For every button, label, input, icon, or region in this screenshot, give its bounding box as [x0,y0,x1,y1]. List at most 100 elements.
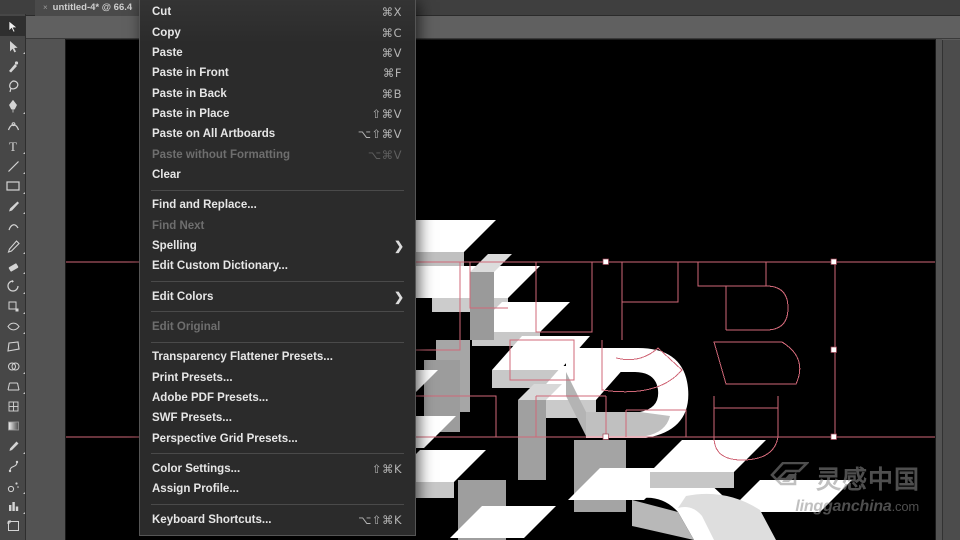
menu-separator [151,453,404,455]
menu-item-find-next: Find Next [140,215,415,235]
menu-item-shortcut: ⌘C [381,25,402,40]
paintbrush-tool[interactable] [0,196,26,216]
type-tool[interactable]: T [0,136,26,156]
mesh-tool[interactable] [0,396,26,416]
menu-item-assign-profile[interactable]: Assign Profile... [140,479,415,499]
menu-item-paste[interactable]: Paste ⌘V [140,43,415,63]
line-segment-tool[interactable] [0,156,26,176]
menu-item-shortcut: ⌘X [381,5,402,20]
lasso-tool[interactable] [0,76,26,96]
shape-builder-tool[interactable] [0,356,26,376]
menu-item-label: Paste in Place [152,107,230,120]
free-transform-tool[interactable] [0,336,26,356]
tool-flyout-indicator [22,252,25,254]
symbol-sprayer-tool[interactable] [0,476,26,496]
menu-item-edit-original: Edit Original [140,317,415,337]
artboard-tool[interactable] [0,516,26,536]
svg-text:T: T [9,140,17,153]
menu-item-paste-without-formatting: Paste without Formatting ⌥⌘V [140,144,415,164]
tool-flyout-indicator [22,172,25,174]
menu-item-paste-in-front[interactable]: Paste in Front ⌘F [140,63,415,83]
pencil-tool[interactable] [0,236,26,256]
right-panel-dock[interactable] [942,14,960,540]
tools-panel[interactable]: T [0,14,26,540]
menu-item-label: Spelling [152,239,197,252]
pen-tool[interactable] [0,96,26,116]
menu-item-shortcut: ⌥⌘V [367,147,402,162]
menu-item-cut[interactable]: Cut ⌘X [140,2,415,22]
menu-item-label: Find Next [152,219,205,232]
menu-separator [151,504,404,506]
shaper-tool[interactable] [0,216,26,236]
menu-item-label: Keyboard Shortcuts... [152,513,272,526]
menu-item-label: Edit Original [152,320,221,333]
selection-tool[interactable] [0,16,26,36]
tool-flyout-indicator [22,112,25,114]
tool-flyout-indicator [22,312,25,314]
slice-tool[interactable] [0,536,26,540]
menu-item-paste-on-all-artboards[interactable]: Paste on All Artboards ⌥⇧⌘V [140,124,415,144]
menu-item-label: Perspective Grid Presets... [152,432,298,445]
rectangle-tool[interactable] [0,176,26,196]
menu-item-shortcut: ⌥⇧⌘K [358,512,402,527]
menu-item-label: Assign Profile... [152,483,239,496]
blend-tool[interactable] [0,456,26,476]
menu-item-color-settings[interactable]: Color Settings... ⇧⌘K [140,459,415,479]
tool-flyout-indicator [22,492,25,494]
menu-item-adobe-pdf-presets[interactable]: Adobe PDF Presets... [140,388,415,408]
tool-flyout-indicator [22,292,25,294]
menu-item-shortcut: ⇧⌘V [371,106,402,121]
edit-context-menu[interactable]: Cut ⌘X Copy ⌘C Paste ⌘V Paste in Front ⌘F Paste … [139,0,416,536]
menu-item-label: Cut [152,6,172,19]
tool-flyout-indicator [22,272,25,274]
menu-item-transparency-flattener-presets[interactable]: Transparency Flattener Presets... [140,347,415,367]
menu-item-label: Copy [152,26,181,39]
tool-flyout-indicator [22,372,25,374]
menu-item-swf-presets[interactable]: SWF Presets... [140,408,415,428]
perspective-grid-tool[interactable] [0,376,26,396]
tool-flyout-indicator [22,52,25,54]
menu-item-print-presets[interactable]: Print Presets... [140,368,415,388]
menu-item-label: Paste in Back [152,87,227,100]
menu-item-clear[interactable]: Clear [140,165,415,185]
chevron-right-icon: ❯ [393,289,404,304]
tool-flyout-indicator [22,332,25,334]
eraser-tool[interactable] [0,256,26,276]
menu-item-paste-in-back[interactable]: Paste in Back ⌘B [140,83,415,103]
tool-flyout-indicator [22,452,25,454]
menu-item-label: Paste without Formatting [152,148,290,161]
menu-item-paste-in-place[interactable]: Paste in Place ⇧⌘V [140,104,415,124]
tab-close-icon[interactable]: × [43,3,48,12]
menu-item-label: Edit Custom Dictionary... [152,260,288,273]
menu-item-spelling[interactable]: Spelling ❯ [140,236,415,256]
menu-item-label: Color Settings... [152,463,241,476]
menu-item-keyboard-shortcuts[interactable]: Keyboard Shortcuts... ⌥⇧⌘K [140,510,415,530]
menu-item-label: Print Presets... [152,371,233,384]
width-tool[interactable] [0,316,26,336]
menu-separator [151,311,404,313]
magic-wand-tool[interactable] [0,56,26,76]
menu-item-label: Adobe PDF Presets... [152,392,269,405]
tool-flyout-indicator [22,152,25,154]
curvature-tool[interactable] [0,116,26,136]
tool-flyout-indicator [22,192,25,194]
menu-item-copy[interactable]: Copy ⌘C [140,22,415,42]
gradient-tool[interactable] [0,416,26,436]
eyedropper-tool[interactable] [0,436,26,456]
menu-separator [151,189,404,191]
direct-selection-tool[interactable] [0,36,26,56]
menu-item-label: Paste [152,46,183,59]
menu-item-edit-custom-dictionary[interactable]: Edit Custom Dictionary... [140,256,415,276]
chevron-right-icon: ❯ [393,238,404,253]
document-tab[interactable]: × untitled-4* @ 66.4 [35,0,143,16]
menu-item-edit-colors[interactable]: Edit Colors ❯ [140,286,415,306]
menu-item-label: Clear [152,168,181,181]
menu-item-perspective-grid-presets[interactable]: Perspective Grid Presets... [140,429,415,449]
menu-item-find-and-replace[interactable]: Find and Replace... [140,195,415,215]
tool-flyout-indicator [22,392,25,394]
column-graph-tool[interactable] [0,496,26,516]
menu-item-label: Edit Colors [152,290,214,303]
scale-tool[interactable] [0,296,26,316]
rotate-tool[interactable] [0,276,26,296]
menu-item-label: Find and Replace... [152,199,257,212]
